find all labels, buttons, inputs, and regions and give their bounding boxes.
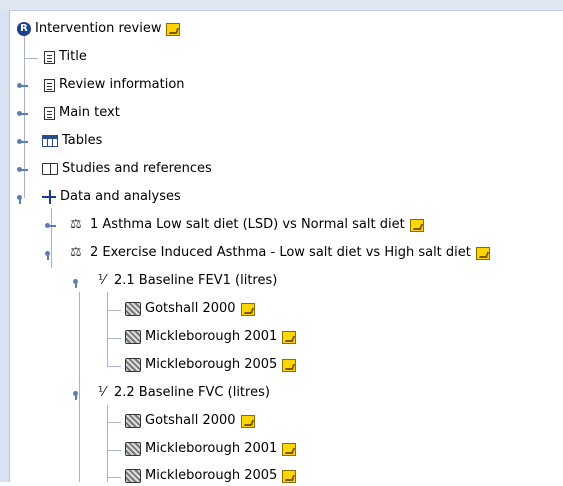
study-icon [125, 358, 141, 372]
expand-toggle[interactable] [17, 137, 31, 147]
expand-toggle[interactable] [17, 109, 31, 119]
study-row[interactable]: Gotshall 2000 [125, 299, 255, 319]
collapse-toggle[interactable] [45, 249, 59, 260]
note-icon[interactable] [166, 22, 181, 36]
collapse-toggle[interactable] [73, 277, 87, 288]
tree-connector [107, 366, 121, 367]
study-row[interactable]: Gotshall 2000 [125, 411, 255, 431]
comparison-2[interactable]: 2 Exercise Induced Asthma - Low salt die… [70, 243, 490, 263]
note-icon[interactable] [282, 358, 297, 372]
study-icon [125, 414, 141, 428]
note-icon[interactable] [282, 330, 297, 344]
outcome-2-2[interactable]: 2.2 Baseline FVC (litres) [98, 383, 270, 403]
table-icon [42, 135, 58, 147]
study-row[interactable]: Mickleborough 2001 [125, 327, 297, 347]
study-icon [125, 442, 141, 456]
tree-connector [107, 338, 121, 339]
book-icon [42, 163, 58, 175]
tree-item-data-and-analyses[interactable]: Data and analyses [42, 187, 181, 207]
note-icon[interactable] [409, 218, 424, 232]
study-row[interactable]: Mickleborough 2001 [125, 439, 297, 459]
tree-root-label: Intervention review [35, 21, 162, 36]
tree-item-review-information[interactable]: Review information [44, 75, 185, 95]
note-icon[interactable] [475, 246, 490, 260]
expand-toggle[interactable] [45, 221, 59, 231]
collapse-toggle[interactable] [73, 389, 87, 400]
outcome-icon [98, 383, 110, 403]
outcome-2-1[interactable]: 2.1 Baseline FEV1 (litres) [98, 271, 277, 291]
document-icon [44, 78, 55, 92]
left-gutter [0, 10, 10, 482]
study-icon [125, 302, 141, 316]
note-icon[interactable] [240, 302, 255, 316]
collapse-toggle[interactable] [17, 193, 31, 204]
tree-item-studies-and-references[interactable]: Studies and references [42, 159, 212, 179]
scale-icon [70, 243, 86, 263]
document-icon [44, 50, 55, 64]
note-icon[interactable] [282, 469, 297, 483]
tree-connector [51, 208, 52, 268]
expand-toggle[interactable] [17, 165, 31, 175]
study-icon [125, 469, 141, 483]
tree-connector [107, 450, 121, 451]
note-icon[interactable] [240, 414, 255, 428]
r-logo-icon: R [17, 22, 31, 36]
tree-item-main-text[interactable]: Main text [44, 103, 120, 123]
tree-item-title[interactable]: Title [44, 47, 87, 67]
study-row[interactable]: Mickleborough 2005 [125, 355, 297, 375]
study-icon [125, 330, 141, 344]
study-row[interactable]: Mickleborough 2005 [125, 466, 297, 486]
expand-toggle[interactable] [17, 81, 31, 91]
data-icon [42, 190, 56, 204]
tree-connector [107, 310, 121, 311]
tree-connector [107, 292, 108, 367]
note-icon[interactable] [282, 442, 297, 456]
top-edge [0, 0, 563, 11]
tree-connector [79, 292, 80, 482]
tree-connector [107, 477, 121, 478]
tree-root[interactable]: R Intervention review [17, 19, 181, 39]
tree-item-tables[interactable]: Tables [42, 131, 102, 151]
comparison-1[interactable]: 1 Asthma Low salt diet (LSD) vs Normal s… [70, 215, 424, 235]
tree-connector [107, 422, 121, 423]
scale-icon [70, 215, 86, 235]
outcome-icon [98, 271, 110, 291]
tree-connector [24, 58, 38, 59]
pages-icon [44, 106, 55, 120]
tree-connector [107, 405, 108, 482]
